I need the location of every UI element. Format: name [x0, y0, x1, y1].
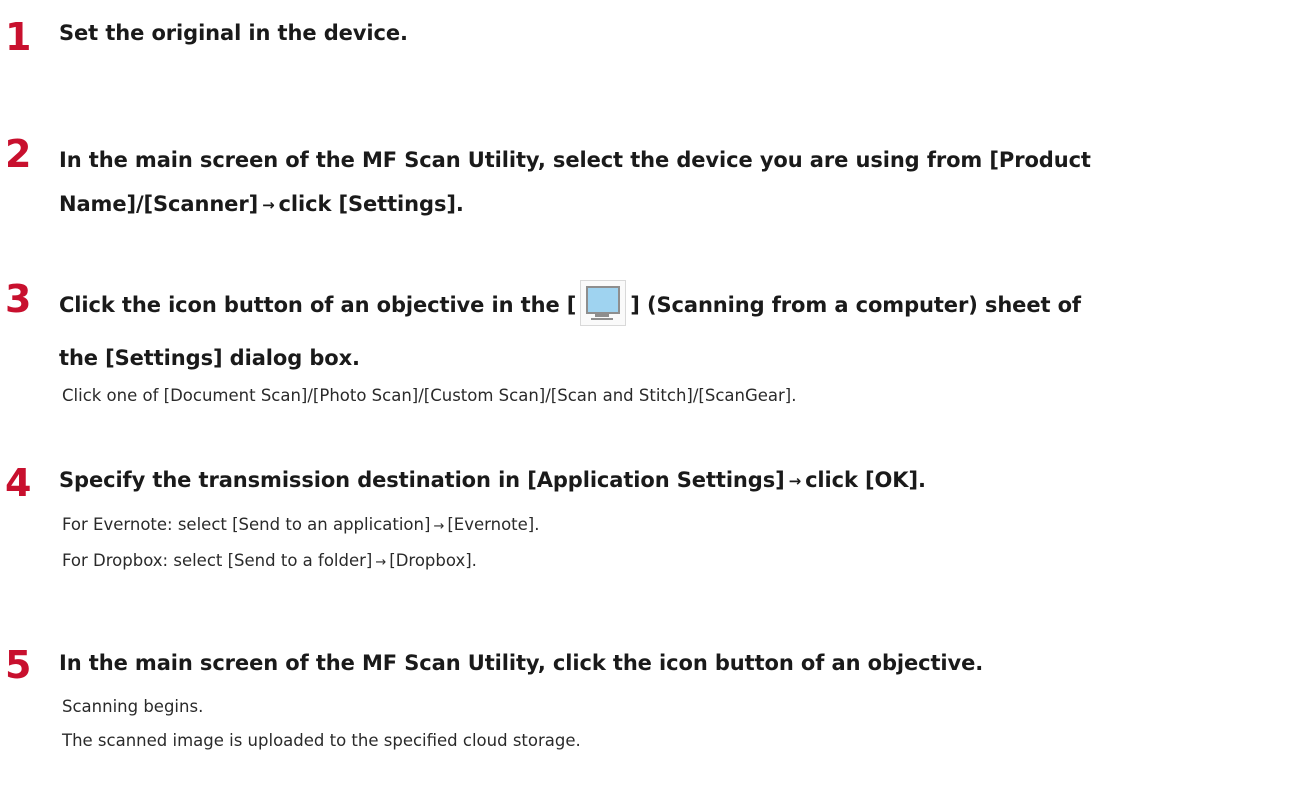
computer-monitor-icon	[580, 280, 627, 326]
step-body-segment: For Evernote: select [Send to an applica…	[62, 515, 431, 534]
step-title-line: the [Settings] dialog box.	[59, 346, 360, 370]
step-title-segment: Specify the transmission destination in …	[59, 468, 785, 492]
step-body-segment: For Dropbox: select [Send to a folder]	[62, 551, 373, 570]
step-title: Specify the transmission destination in …	[59, 468, 1311, 492]
arrow-icon: →	[262, 196, 275, 214]
step-body-line: Click one of [Document Scan]/[Photo Scan…	[62, 386, 797, 405]
step-title-segment: Name]/[Scanner]	[59, 192, 259, 216]
step-body: Click one of [Document Scan]/[Photo Scan…	[62, 384, 796, 408]
step-title: In the main screen of the MF Scan Utilit…	[59, 651, 1311, 675]
step-number: 4	[5, 461, 32, 505]
step-title-segment: click [OK].	[805, 468, 926, 492]
step-number: 5	[5, 643, 32, 687]
step-title-line: In the main screen of the MF Scan Utilit…	[59, 148, 1091, 172]
step-title-line: Name]/[Scanner] → click [Settings].	[59, 182, 1311, 228]
step-body-line: For Dropbox: select [Send to a folder] →[…	[62, 544, 539, 580]
step-title: In the main screen of the MF Scan Utilit…	[59, 138, 1311, 228]
step-body: For Evernote: select [Send to an applica…	[62, 508, 539, 580]
step-number: 2	[5, 132, 32, 176]
step-number: 1	[5, 15, 32, 59]
step-body: Scanning begins. The scanned image is up…	[62, 690, 581, 758]
step-title-line: Specify the transmission destination in …	[59, 468, 1311, 492]
step-title-line: In the main screen of the MF Scan Utilit…	[59, 651, 984, 675]
step-title: Click the icon button of an objective in…	[59, 280, 1311, 378]
step-body-line: The scanned image is uploaded to the spe…	[62, 731, 581, 750]
arrow-icon: →	[375, 555, 387, 570]
step-title-segment: Click the icon button of an objective in…	[59, 293, 577, 317]
step-title: Set the original in the device.	[59, 21, 1311, 45]
step-body-segment: [Evernote].	[447, 515, 540, 534]
step-number: 3	[5, 277, 32, 321]
step-body-segment: [Dropbox].	[389, 551, 477, 570]
step-body-line: Scanning begins.	[62, 697, 204, 716]
step-title-line: Set the original in the device.	[59, 21, 408, 45]
step-title-segment: ] (Scanning from a computer) sheet of	[630, 293, 1081, 317]
arrow-icon: →	[433, 519, 445, 534]
step-title-line: Click the icon button of an objective in…	[59, 280, 1311, 326]
step-body-line: For Evernote: select [Send to an applica…	[62, 508, 539, 544]
arrow-icon: →	[788, 472, 802, 490]
step-title-segment: click [Settings].	[278, 192, 464, 216]
